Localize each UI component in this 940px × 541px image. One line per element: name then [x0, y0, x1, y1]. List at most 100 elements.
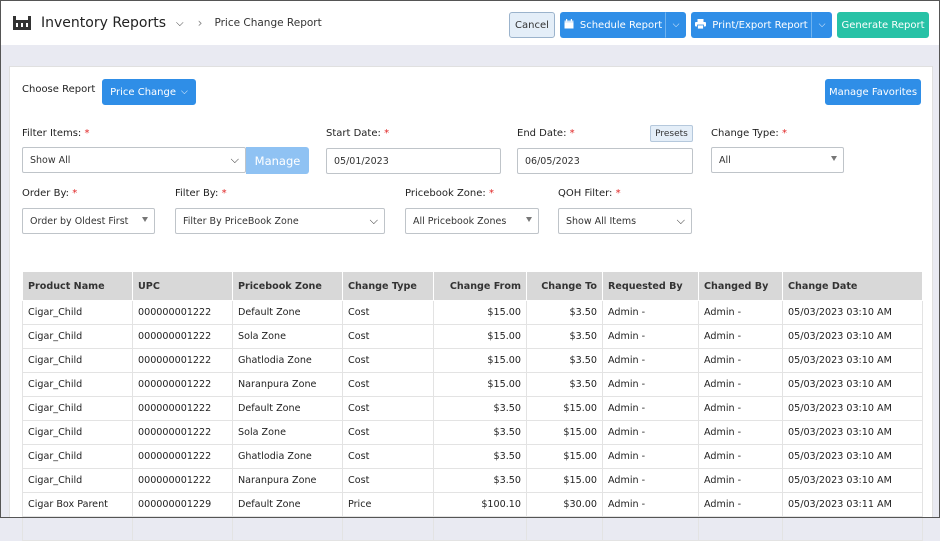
filter-items-label: Filter Items: * — [22, 128, 90, 139]
table-cell: Admin - — [698, 348, 783, 373]
generate-report-button[interactable]: Generate Report — [837, 12, 929, 38]
filter-by-select[interactable]: Filter By PriceBook Zone ⌵ — [175, 208, 385, 234]
table-cell: Default Zone — [232, 492, 343, 517]
order-by-select[interactable]: Order by Oldest First — [22, 208, 155, 234]
order-by-label: Order By: * — [22, 188, 78, 199]
table-cell: $15.00 — [433, 348, 527, 373]
table-cell: Cost — [342, 396, 434, 421]
table-cell: Admin - — [698, 420, 783, 445]
table-cell: Cost — [342, 468, 434, 493]
presets-button[interactable]: Presets — [650, 125, 693, 142]
table-cell: 05/03/2023 03:10 AM — [782, 300, 923, 325]
store-icon — [13, 16, 31, 30]
column-header[interactable]: Pricebook Zone — [232, 271, 343, 301]
table-cell: 05/03/2023 03:10 AM — [782, 324, 923, 349]
table-row[interactable]: Cigar Box Parent 000000001229 Default Zone… — [22, 492, 923, 517]
chevron-down-icon[interactable]: ⌵ — [176, 18, 184, 29]
table-cell: Cost — [342, 372, 434, 397]
table-row[interactable]: Cigar_Child 000000001222 Default Zone Cost $… — [22, 300, 923, 325]
column-header[interactable]: UPC — [132, 271, 233, 301]
filter-by-value: Filter By PriceBook Zone — [183, 215, 299, 227]
column-header[interactable]: Change Date — [782, 271, 923, 301]
table-cell: Sola Zone — [232, 420, 343, 445]
table-row[interactable]: Cigar_Child 000000001222 Sola Zone Cost $3.5… — [22, 420, 923, 445]
table-cell: 000000001229 — [132, 492, 233, 517]
table-cell: Cigar_Child — [22, 372, 133, 397]
column-header[interactable]: Change From — [433, 271, 527, 301]
column-header[interactable]: Product Name — [22, 271, 133, 301]
column-header[interactable]: Change Type — [342, 271, 434, 301]
table-row[interactable]: Cigar_Child 000000001222 Naranpura Zone Cos… — [22, 372, 923, 397]
pricebook-zone-select[interactable]: All Pricebook Zones — [405, 208, 539, 234]
table-cell: 05/03/2023 03:10 AM — [782, 420, 923, 445]
manage-favorites-button[interactable]: Manage Favorites — [825, 79, 921, 105]
table-cell: Ghatlodia Zone — [232, 444, 343, 469]
table-cell: $15.00 — [526, 396, 603, 421]
choose-report-label: Choose Report — [22, 84, 96, 95]
header-actions: Cancel Schedule Report ⌵ Print/Export Re… — [509, 12, 929, 38]
change-type-value: All — [719, 154, 731, 166]
table-cell: Admin - — [698, 372, 783, 397]
end-date-label: End Date: * — [517, 128, 575, 139]
print-export-label: Print/Export Report — [712, 19, 808, 31]
change-type-select[interactable]: All — [711, 147, 844, 173]
table-row[interactable]: Cigar_Child 000000001222 Default Zone Cost $… — [22, 396, 923, 421]
table-row[interactable]: Cigar_Child 000000001222 Naranpura Zone Cos… — [22, 468, 923, 493]
print-export-split-button: Print/Export Report ⌵ — [691, 12, 832, 38]
table-row[interactable] — [22, 516, 923, 541]
table-cell: $15.00 — [433, 324, 527, 349]
choose-report-dropdown[interactable]: Price Change ⌵ — [102, 79, 196, 105]
table-cell: $100.10 — [433, 492, 527, 517]
table-cell: $3.50 — [433, 396, 527, 421]
table-cell: Admin - — [602, 444, 699, 469]
filter-items-select[interactable]: Show All ⌵ — [22, 147, 246, 173]
table-cell: 000000001222 — [132, 300, 233, 325]
table-cell: Naranpura Zone — [232, 468, 343, 493]
app-title[interactable]: Inventory Reports — [41, 15, 166, 31]
manage-button[interactable]: Manage — [246, 147, 309, 174]
table-cell: $3.50 — [526, 300, 603, 325]
breadcrumb-separator-icon: › — [197, 16, 203, 30]
table-row[interactable]: Cigar_Child 000000001222 Ghatlodia Zone Cos… — [22, 444, 923, 469]
schedule-report-label: Schedule Report — [579, 19, 663, 31]
table-cell: $3.50 — [433, 468, 527, 493]
table-cell — [132, 516, 233, 541]
qoh-filter-label: QOH Filter: * — [558, 188, 621, 199]
chevron-down-icon: ⌵ — [369, 214, 378, 227]
start-date-input[interactable]: 05/01/2023 — [326, 148, 501, 174]
schedule-dropdown-caret-icon[interactable]: ⌵ — [666, 12, 686, 38]
table-cell: $3.50 — [526, 372, 603, 397]
table-cell: $3.50 — [433, 444, 527, 469]
table-row[interactable]: Cigar_Child 000000001222 Ghatlodia Zone Cos… — [22, 348, 923, 373]
print-export-button[interactable]: Print/Export Report — [691, 12, 812, 38]
table-cell: $15.00 — [526, 468, 603, 493]
report-panel: Choose Report Price Change ⌵ Manage Favo… — [9, 66, 933, 541]
column-header[interactable]: Requested By — [602, 271, 699, 301]
table-cell: $15.00 — [526, 444, 603, 469]
table-header-row: Product Name UPC Pricebook Zone Change Type… — [22, 271, 923, 301]
table-cell — [602, 516, 699, 541]
qoh-filter-select[interactable]: Show All Items ⌵ — [558, 208, 692, 234]
table-cell: 05/03/2023 03:10 AM — [782, 396, 923, 421]
table-row[interactable]: Cigar_Child 000000001222 Sola Zone Cost $15.… — [22, 324, 923, 349]
table-cell — [232, 516, 343, 541]
cancel-button[interactable]: Cancel — [509, 12, 555, 38]
column-header[interactable]: Changed By — [698, 271, 783, 301]
schedule-report-button[interactable]: Schedule Report — [560, 12, 666, 38]
print-dropdown-caret-icon[interactable]: ⌵ — [812, 12, 832, 38]
table-cell: $15.00 — [526, 420, 603, 445]
column-header[interactable]: Change To — [526, 271, 603, 301]
start-date-label: Start Date: * — [326, 128, 390, 139]
table-cell: Admin - — [602, 420, 699, 445]
end-date-input[interactable]: 06/05/2023 — [517, 148, 693, 174]
table-body: Cigar_Child 000000001222 Default Zone Cost $… — [22, 300, 923, 541]
table-cell: Price — [342, 492, 434, 517]
table-cell: 05/03/2023 03:10 AM — [782, 468, 923, 493]
table-cell: Cigar_Child — [22, 348, 133, 373]
breadcrumb: Price Change Report — [214, 17, 322, 29]
table-cell: 000000001222 — [132, 348, 233, 373]
table-cell — [698, 516, 783, 541]
table-cell: $3.50 — [526, 348, 603, 373]
table-cell: $3.50 — [526, 324, 603, 349]
chevron-down-icon: ⌵ — [230, 153, 239, 166]
